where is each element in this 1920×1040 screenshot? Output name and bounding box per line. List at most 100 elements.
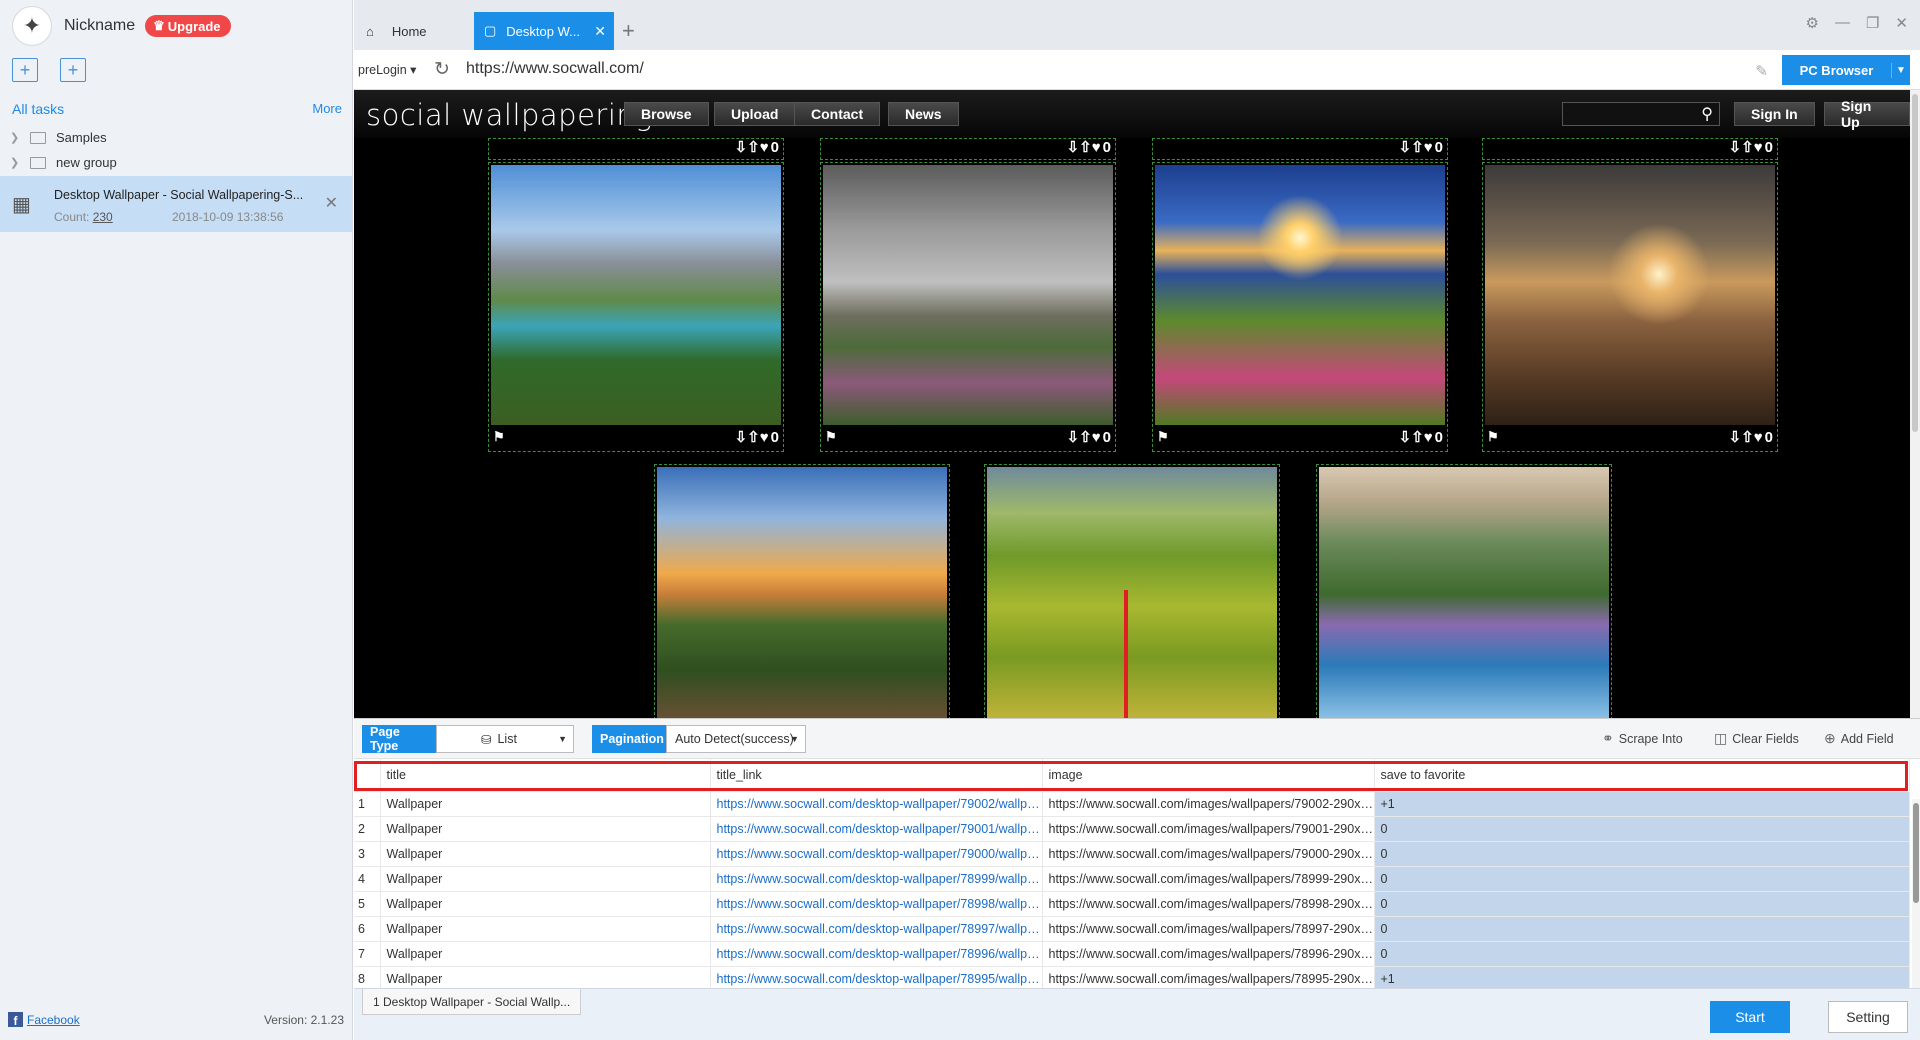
setting-button[interactable]: Setting [1828, 1001, 1908, 1033]
cell-save-to-favorite[interactable]: +1 [1374, 791, 1910, 817]
wallpaper-image[interactable] [657, 467, 947, 718]
flag-icon[interactable]: ⚑ [493, 429, 505, 445]
wallpaper-card[interactable] [654, 464, 950, 718]
task-item[interactable]: ▦ Desktop Wallpaper - Social Wallpaperin… [0, 176, 352, 232]
new-task-icon[interactable]: + [12, 58, 38, 82]
sign-up-button[interactable]: Sign Up [1824, 98, 1910, 130]
scroll-thumb[interactable] [1913, 803, 1919, 903]
web-scrollbar[interactable] [1910, 90, 1920, 718]
cell-save-to-favorite[interactable]: 0 [1374, 916, 1910, 942]
avatar[interactable]: ✦ [12, 6, 52, 46]
cell-save-to-favorite[interactable]: 0 [1374, 816, 1910, 842]
scroll-thumb[interactable] [1912, 94, 1918, 432]
table-row[interactable]: 7 Wallpaper https://www.socwall.com/deskto… [354, 941, 1910, 967]
cell-save-to-favorite[interactable]: +1 [1374, 966, 1910, 989]
column-header-image[interactable]: image [1042, 759, 1375, 792]
vote-group[interactable]: ⇩⇧♥ 0 [735, 138, 779, 157]
flag-icon[interactable]: ⚑ [825, 429, 837, 445]
cell-title-link[interactable]: https://www.socwall.com/desktop-wallpape… [710, 841, 1043, 867]
cell-title[interactable]: Wallpaper [380, 841, 711, 867]
row-index[interactable]: 8 [354, 966, 381, 989]
cell-image[interactable]: https://www.socwall.com/images/wallpaper… [1042, 966, 1375, 989]
nav-news[interactable]: News [888, 102, 959, 126]
wallpaper-card[interactable]: ⚑ ⇩⇧♥ 0 [488, 162, 784, 452]
column-header-title-link[interactable]: title_link [710, 759, 1043, 792]
cell-title[interactable]: Wallpaper [380, 891, 711, 917]
vote-group[interactable]: ⇩⇧♥ 0 [1067, 138, 1111, 157]
wallpaper-card[interactable]: ⇩⇧♥ 0 [488, 138, 784, 160]
cell-title-link[interactable]: https://www.socwall.com/desktop-wallpape… [710, 866, 1043, 892]
sign-in-button[interactable]: Sign In [1734, 102, 1815, 126]
row-index[interactable]: 6 [354, 916, 381, 942]
cell-image[interactable]: https://www.socwall.com/images/wallpaper… [1042, 916, 1375, 942]
cell-title[interactable]: Wallpaper [380, 791, 711, 817]
row-index[interactable]: 1 [354, 791, 381, 817]
pc-browser-button[interactable]: PC Browser ▼ [1782, 55, 1910, 85]
cell-title[interactable]: Wallpaper [380, 816, 711, 842]
wallpaper-image[interactable] [491, 165, 781, 425]
nickname[interactable]: Nickname [64, 17, 135, 35]
restore-icon[interactable]: ❐ [1866, 14, 1879, 32]
row-index[interactable]: 7 [354, 941, 381, 967]
new-group-icon[interactable]: + [60, 58, 86, 82]
vote-group[interactable]: ⇩⇧♥ 0 [1729, 428, 1773, 447]
task-tab[interactable]: 1 Desktop Wallpaper - Social Wallp... [362, 989, 582, 1015]
cell-title-link[interactable]: https://www.socwall.com/desktop-wallpape… [710, 816, 1043, 842]
cell-title-link[interactable]: https://www.socwall.com/desktop-wallpape… [710, 916, 1043, 942]
start-button[interactable]: Start [1710, 1001, 1790, 1033]
group-new-group[interactable]: ❯ new group [10, 155, 117, 170]
add-field-button[interactable]: ⊕ Add Field [1824, 730, 1894, 747]
cell-title-link[interactable]: https://www.socwall.com/desktop-wallpape… [710, 791, 1043, 817]
cell-image[interactable]: https://www.socwall.com/images/wallpaper… [1042, 816, 1375, 842]
cell-save-to-favorite[interactable]: 0 [1374, 941, 1910, 967]
vote-group[interactable]: ⇩⇧♥ 0 [1067, 428, 1111, 447]
pencil-icon[interactable]: ✎ [1755, 62, 1768, 80]
table-row[interactable]: 5 Wallpaper https://www.socwall.com/deskto… [354, 891, 1910, 917]
cell-save-to-favorite[interactable]: 0 [1374, 866, 1910, 892]
wallpaper-card[interactable]: ⚑ ⇩⇧♥ 0 [1152, 162, 1448, 452]
wallpaper-card[interactable]: ⚑ ⇩⇧♥ 0 [820, 162, 1116, 452]
tab-desktop-wallpaper[interactable]: ▢ Desktop W... ✕ [474, 12, 614, 50]
new-tab-icon[interactable]: + [622, 18, 635, 44]
cell-image[interactable]: https://www.socwall.com/images/wallpaper… [1042, 941, 1375, 967]
wallpaper-image[interactable] [987, 467, 1277, 718]
nav-contact[interactable]: Contact [794, 102, 881, 126]
table-row[interactable]: 6 Wallpaper https://www.socwall.com/deskto… [354, 916, 1910, 942]
reload-icon[interactable]: ↻ [434, 58, 450, 81]
vote-group[interactable]: ⇩⇧♥ 0 [1729, 138, 1773, 157]
site-logo[interactable]: social wallpapering [366, 98, 653, 132]
upgrade-button[interactable]: ♛ Upgrade [145, 15, 231, 37]
column-header-save-to-favorite[interactable]: save to favorite [1374, 759, 1910, 792]
cell-image[interactable]: https://www.socwall.com/images/wallpaper… [1042, 791, 1375, 817]
wallpaper-image[interactable] [823, 165, 1113, 425]
wallpaper-card[interactable]: ⇩⇧♥ 0 [1482, 138, 1778, 160]
cell-title[interactable]: Wallpaper [380, 916, 711, 942]
gear-icon[interactable]: ⚙ [1806, 14, 1819, 32]
row-index[interactable]: 2 [354, 816, 381, 842]
facebook-link[interactable]: f Facebook [8, 1012, 80, 1027]
row-index[interactable]: 5 [354, 891, 381, 917]
wallpaper-card[interactable]: ⇩⇧♥ 0 [1152, 138, 1448, 160]
vote-group[interactable]: ⇩⇧♥ 0 [1399, 138, 1443, 157]
clear-fields-button[interactable]: ◫ Clear Fields [1714, 730, 1799, 747]
wallpaper-card[interactable]: ⇩⇧♥ 0 [820, 138, 1116, 160]
table-row[interactable]: 1 Wallpaper https://www.socwall.com/deskto… [354, 791, 1910, 817]
pagination-select[interactable]: Auto Detect(success) ▼ [666, 725, 806, 753]
cell-title-link[interactable]: https://www.socwall.com/desktop-wallpape… [710, 941, 1043, 967]
group-samples[interactable]: ❯ Samples [10, 130, 107, 145]
cell-image[interactable]: https://www.socwall.com/images/wallpaper… [1042, 891, 1375, 917]
search-icon[interactable]: ⚲ [1701, 104, 1713, 124]
url-input[interactable]: https://www.socwall.com/ [466, 60, 644, 78]
flag-icon[interactable]: ⚑ [1157, 429, 1169, 445]
table-row[interactable]: 4 Wallpaper https://www.socwall.com/deskto… [354, 866, 1910, 892]
minimize-icon[interactable]: — [1835, 14, 1850, 32]
table-row[interactable]: 8 Wallpaper https://www.socwall.com/deskto… [354, 966, 1910, 989]
page-type-select[interactable]: ⛁ List ▼ [436, 725, 574, 753]
table-row[interactable]: 2 Wallpaper https://www.socwall.com/deskto… [354, 816, 1910, 842]
cell-save-to-favorite[interactable]: 0 [1374, 891, 1910, 917]
wallpaper-image[interactable] [1155, 165, 1445, 425]
cell-title-link[interactable]: https://www.socwall.com/desktop-wallpape… [710, 891, 1043, 917]
wallpaper-image[interactable] [1319, 467, 1609, 718]
row-index[interactable]: 3 [354, 841, 381, 867]
wallpaper-card[interactable] [1316, 464, 1612, 718]
